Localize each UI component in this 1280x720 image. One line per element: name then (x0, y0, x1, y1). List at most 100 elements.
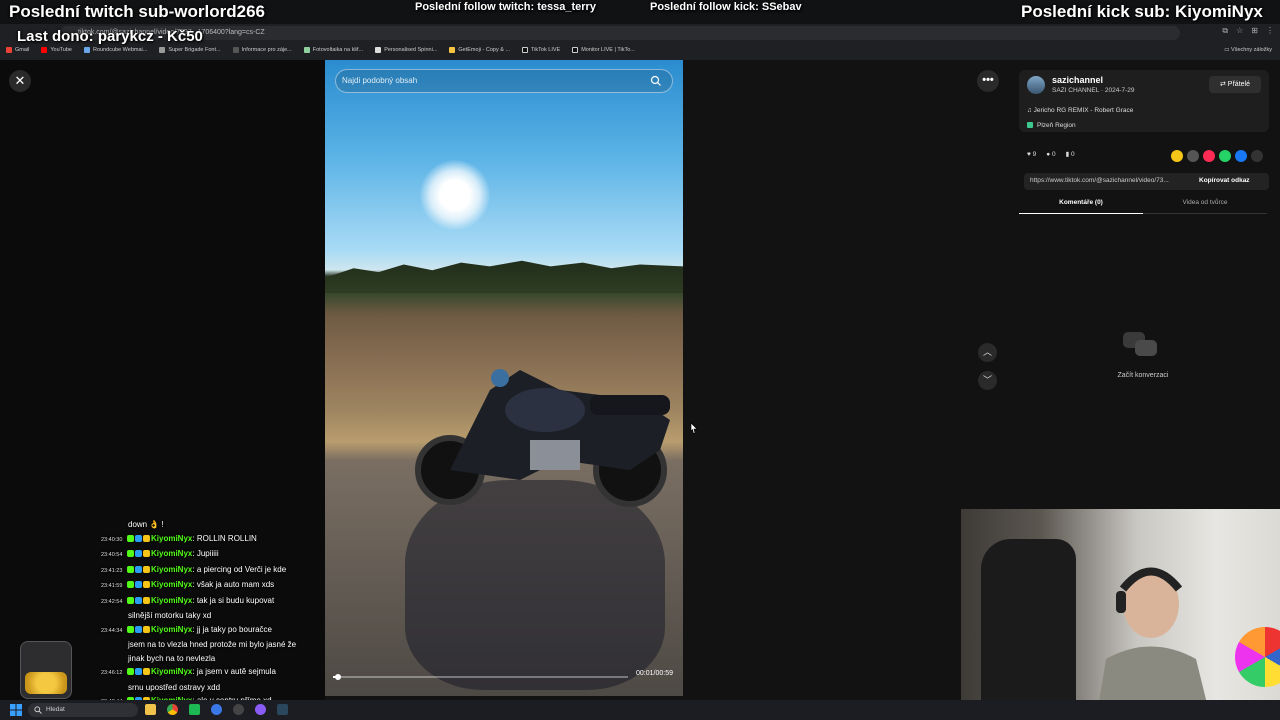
all-bookmarks-folder[interactable]: ▭ Všechny záložky (1224, 44, 1272, 56)
channel-name[interactable]: sazichannel (1052, 75, 1103, 85)
crown-badge-icon (143, 668, 150, 676)
bookmark-item[interactable]: Personalised Spinni... (375, 44, 437, 56)
chat-message-continuation: jsem na to vlezla hned protože mi bylo j… (128, 640, 297, 649)
bookmark-item[interactable]: Fotovoltaika na kliř... (303, 44, 364, 56)
share-arrow-icon[interactable] (1251, 150, 1263, 162)
repost-icon[interactable] (1203, 150, 1215, 162)
coin-icon[interactable] (1171, 150, 1183, 162)
taskbar-search-label: Hledat (46, 706, 65, 713)
avatar[interactable] (1027, 76, 1045, 94)
save-count: 0 (1071, 151, 1075, 158)
bookmark-star-icon[interactable]: ☆ (1236, 26, 1243, 36)
more-options-button[interactable]: ••• (977, 70, 999, 92)
comment-count: 0 (1052, 150, 1056, 158)
share-page-icon[interactable]: ⧉ (1222, 26, 1228, 36)
bookmark-item[interactable]: Roundcube Webmai... (84, 44, 147, 56)
whatsapp-icon[interactable] (1219, 150, 1231, 162)
chat-bubbles-icon (1123, 332, 1157, 356)
video-player[interactable]: Najdi podobný obsah 00:01/00:59 (325, 60, 683, 696)
bookmark-label: Roundcube Webmai... (93, 47, 148, 53)
chat-text: Jupiiiii (196, 549, 219, 558)
chat-text: ja jsem v autě sejmula (196, 667, 276, 676)
steam-icon[interactable] (277, 704, 288, 715)
bookmark-label: Personalised Spinni... (384, 47, 438, 53)
address-bar[interactable]: tiktok.com/@sazichannel/video/7397...170… (60, 26, 1180, 40)
facebook-icon[interactable] (1235, 150, 1247, 162)
chat-message: 23:40:54 KiyomiNyx: Jupiiiii (101, 547, 326, 563)
crown-badge-icon (143, 596, 150, 604)
video-progress-handle[interactable] (335, 674, 341, 680)
chat-username[interactable]: KiyomiNyx (151, 625, 192, 634)
search-icon[interactable] (650, 75, 662, 87)
taskbar-search[interactable]: Hledat (28, 703, 138, 717)
chat-username[interactable]: KiyomiNyx (151, 667, 192, 676)
chat-username[interactable]: KiyomiNyx (151, 565, 192, 574)
browser-toolbar-icons: ⧉ ☆ ⊞ ⋮ (1222, 26, 1274, 36)
next-video-button[interactable]: ﹀ (978, 371, 997, 390)
location-link[interactable]: Plzeň Region (1027, 122, 1076, 129)
bookmark-item[interactable]: Informace pro záje... (232, 44, 292, 56)
chat-username[interactable]: KiyomiNyx (151, 549, 192, 558)
kick-badge-icon (127, 625, 134, 633)
windows-start-icon[interactable] (10, 704, 22, 716)
bookmark-item[interactable]: YouTube (41, 44, 72, 56)
empty-comments-text: Začít konverzaci (1117, 372, 1169, 379)
kick-badge-icon (127, 668, 134, 676)
more-icon: ••• (982, 74, 994, 86)
subscriber-badge-icon (135, 581, 142, 589)
subscriber-badge-icon (135, 596, 142, 604)
chrome-icon[interactable] (167, 704, 178, 715)
extensions-icon[interactable]: ⊞ (1251, 26, 1258, 36)
share-icons-row (1171, 150, 1263, 162)
chevron-up-icon: ︿ (982, 347, 992, 357)
jar-coins (25, 672, 67, 694)
like-button[interactable]: ♥ 9 (1027, 151, 1036, 158)
chat-timestamp: 23:41:23 (101, 567, 123, 574)
music-link[interactable]: ♫ Jericho RG REMIX - Robert Grace (1027, 107, 1133, 114)
chat-timestamp: 23:44:34 (101, 627, 123, 634)
chat-username[interactable]: KiyomiNyx (151, 580, 192, 589)
obs-icon[interactable] (255, 704, 266, 715)
crown-badge-icon (143, 565, 150, 573)
cam-motorcycle (981, 539, 1076, 720)
crown-badge-icon (143, 550, 150, 558)
app-icon[interactable] (189, 704, 200, 715)
bookmark-item[interactable]: TikTok LIVE (522, 44, 560, 56)
bookmark-label: Fotovoltaika na kliř... (312, 47, 364, 53)
webcam-feed (961, 509, 1280, 720)
menu-icon[interactable]: ⋮ (1266, 26, 1274, 36)
video-search-box[interactable]: Najdi podobný obsah (335, 69, 673, 93)
file-explorer-icon[interactable] (145, 704, 156, 715)
close-button[interactable]: ✕ (9, 70, 31, 92)
previous-video-button[interactable]: ︿ (978, 343, 997, 362)
chat-message: 23:46:12 KiyomiNyx: ja jsem v autě sejmul… (101, 665, 326, 681)
chat-timestamp: 23:46:12 (101, 670, 123, 676)
all-bookmarks-label: Všechny záložky (1231, 47, 1272, 53)
chat-username[interactable]: KiyomiNyx (151, 534, 192, 543)
share-url[interactable]: https://www.tiktok.com/@sazichannel/vide… (1030, 177, 1190, 184)
video-progress-bar[interactable] (333, 674, 628, 680)
bookmark-item[interactable]: Gmail (6, 44, 29, 56)
chat-text: tak ja si budu kupovat (196, 595, 275, 605)
settings-icon[interactable] (233, 704, 244, 715)
embed-icon[interactable] (1187, 150, 1199, 162)
browser-icon[interactable] (211, 704, 222, 715)
save-button[interactable]: ▮ 0 (1066, 150, 1075, 158)
tab-creator-videos[interactable]: Videa od tvůrce (1143, 196, 1267, 214)
copy-link-button[interactable]: Kopírovat odkaz (1199, 177, 1250, 184)
chat-message-continuation: jinak bych na to nevlezla (128, 653, 216, 663)
friends-button[interactable]: ⇄ Přátelé (1209, 76, 1261, 93)
bookmark-item[interactable]: Super Brigade Font... (159, 44, 221, 56)
chat-timestamp: 23:40:30 (101, 536, 123, 543)
comment-button[interactable]: ● 0 (1046, 151, 1055, 158)
tab-comments[interactable]: Komentáře (0) (1019, 196, 1143, 214)
bookmark-label: TikTok LIVE (531, 47, 561, 53)
search-placeholder: Najdi podobný obsah (342, 76, 418, 85)
chat-timestamp: 23:41:59 (101, 583, 123, 589)
bookmark-item[interactable]: Monitor LIVE | TikTo... (572, 44, 635, 56)
location-label: Plzeň Region (1037, 122, 1076, 129)
chat-text: a piercing od Verči je kde (196, 564, 287, 574)
chat-username[interactable]: KiyomiNyx (151, 596, 192, 605)
bookmark-item[interactable]: GetEmoji - Copy & ... (449, 44, 510, 56)
chat-text: ROLLIN ROLLIN (196, 533, 257, 543)
